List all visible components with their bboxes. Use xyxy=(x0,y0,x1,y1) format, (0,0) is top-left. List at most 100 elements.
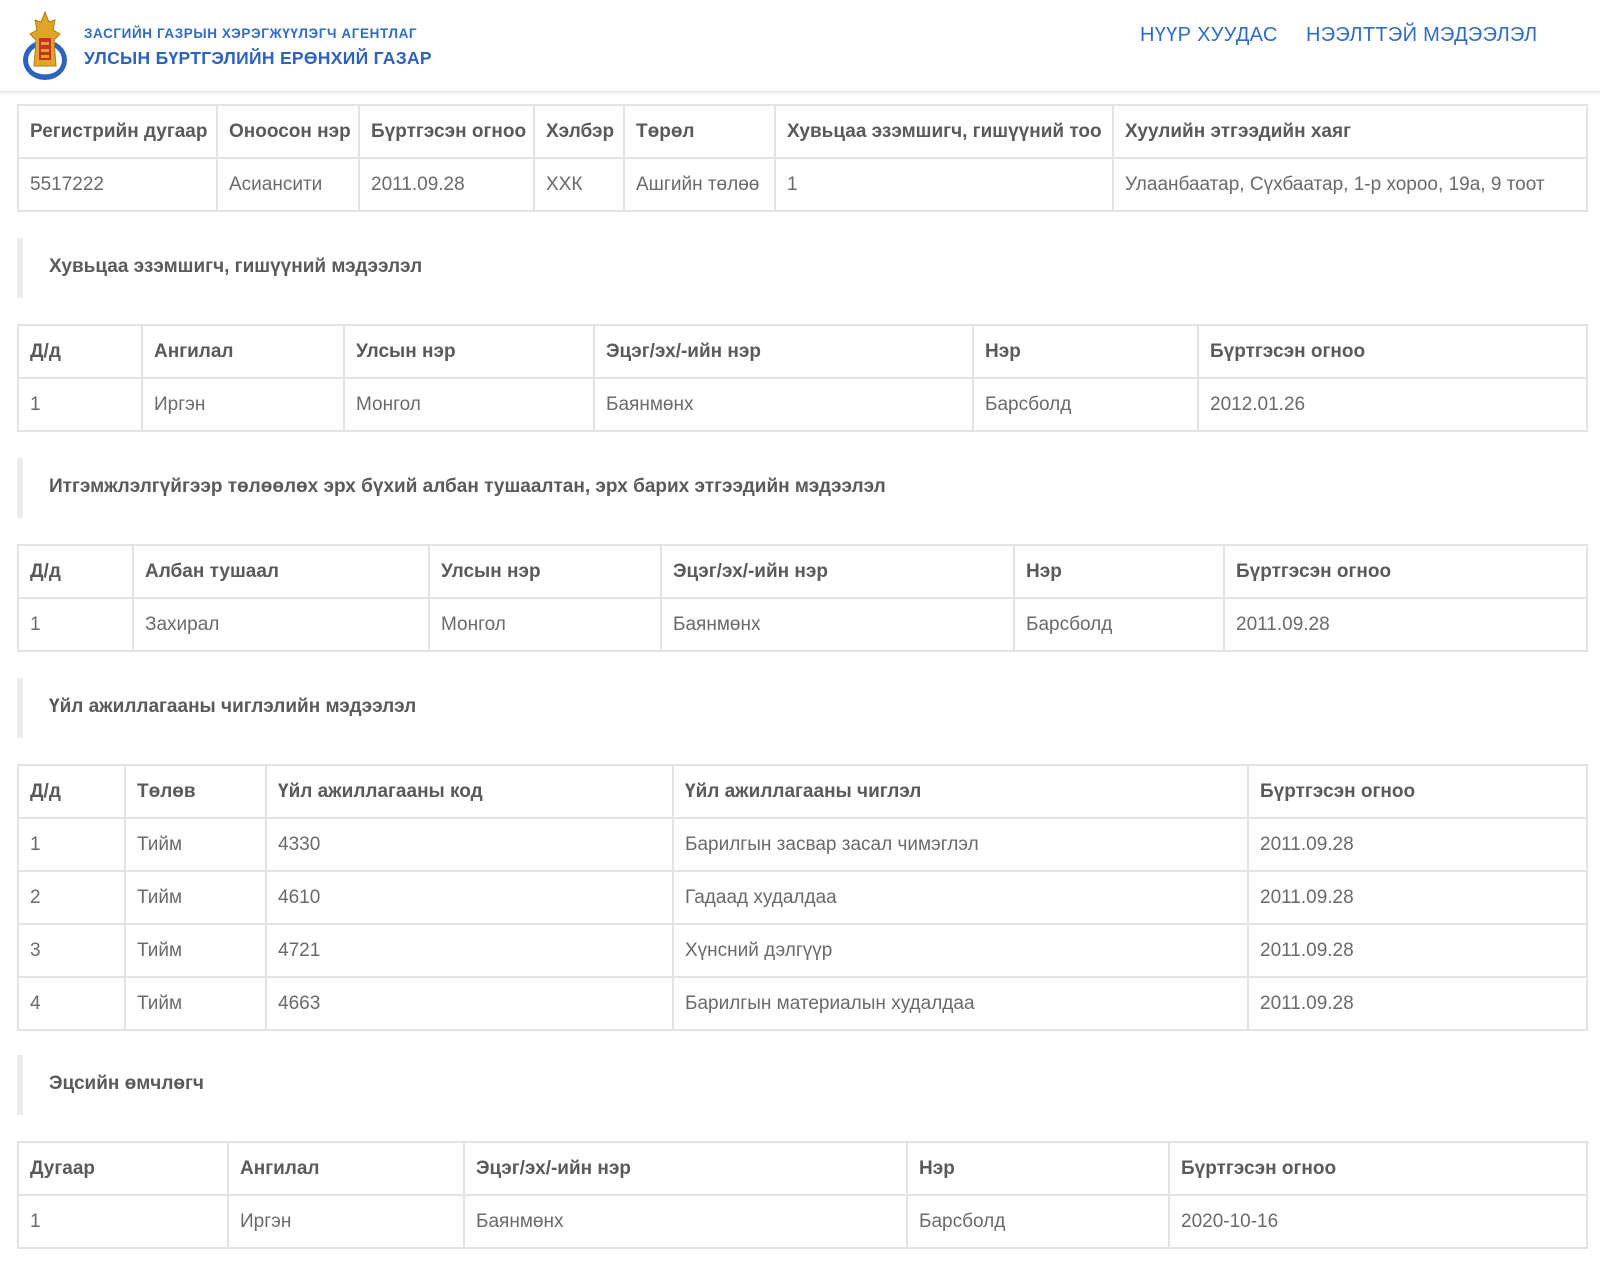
col-header-activity-code: Үйл ажиллагааны код xyxy=(265,764,674,819)
col-header-register-number: Регистрийн дугаар xyxy=(17,104,218,159)
col-header-index: Д/д xyxy=(17,324,143,379)
col-header-category: Ангилал xyxy=(227,1141,465,1196)
col-header-index: Д/д xyxy=(17,544,134,599)
col-header-parent-name: Эцэг/эх/-ийн нэр xyxy=(463,1141,908,1196)
col-header-index: Д/д xyxy=(17,764,126,819)
table-header-row: Д/д Албан тушаал Улсын нэр Эцэг/эх/-ийн … xyxy=(17,544,1588,599)
table-header-row: Дугаар Ангилал Эцэг/эх/-ийн нэр Нэр Бүрт… xyxy=(17,1141,1588,1196)
country-cell: Монгол xyxy=(428,597,662,652)
col-header-legal-address: Хуулийн этгээдийн хаяг xyxy=(1112,104,1588,159)
parent-name-cell: Баянмөнх xyxy=(463,1194,908,1249)
table-row: 3 Тийм 4721 Хүнсний дэлгүүр 2011.09.28 xyxy=(17,923,1588,978)
col-header-registered-date: Бүртгэсэн огноо xyxy=(1223,544,1588,599)
activity-direction-cell: Гадаад худалдаа xyxy=(672,870,1249,925)
officials-section-heading: Итгэмжлэлгүйгээр төлөөлөх эрх бүхий алба… xyxy=(17,458,1586,518)
number-cell: 1 xyxy=(17,1194,229,1249)
activity-direction-cell: Барилгын материалын худалдаа xyxy=(672,976,1249,1031)
table-row: 1 Иргэн Баянмөнх Барсболд 2020-10-16 xyxy=(17,1194,1588,1249)
category-cell: Иргэн xyxy=(141,377,345,432)
col-header-category: Ангилал xyxy=(141,324,345,379)
nav-home-link[interactable]: НҮҮР ХУУДАС xyxy=(1140,24,1278,47)
index-cell: 3 xyxy=(17,923,126,978)
soyombo-emblem-icon[interactable] xyxy=(20,8,70,84)
shareholder-count-cell: 1 xyxy=(774,157,1114,212)
section-title: Итгэмжлэлгүйгээр төлөөлөх эрх бүхий алба… xyxy=(49,476,886,497)
index-cell: 1 xyxy=(17,377,143,432)
registered-date-cell: 2011.09.28 xyxy=(1223,597,1588,652)
registered-date-cell: 2012.01.26 xyxy=(1197,377,1588,432)
activity-direction-cell: Барилгын засвар засал чимэглэл xyxy=(672,817,1249,872)
status-cell: Тийм xyxy=(124,817,267,872)
section-title: Эцсийн өмчлөгч xyxy=(49,1073,204,1094)
parent-name-cell: Баянмөнх xyxy=(660,597,1015,652)
registered-date-cell: 2011.09.28 xyxy=(1247,976,1588,1031)
shareholders-table: Д/д Ангилал Улсын нэр Эцэг/эх/-ийн нэр Н… xyxy=(17,324,1588,432)
section-title: Хувьцаа эзэмшигч, гишүүний мэдээлэл xyxy=(49,256,423,277)
company-info-table: Регистрийн дугаар Оноосон нэр Бүртгэсэн … xyxy=(17,104,1588,212)
col-header-number: Дугаар xyxy=(17,1141,229,1196)
col-header-company-name: Оноосон нэр xyxy=(216,104,360,159)
registered-date-cell: 2011.09.28 xyxy=(1247,870,1588,925)
registered-date-cell: 2011.09.28 xyxy=(1247,817,1588,872)
col-header-country: Улсын нэр xyxy=(428,544,662,599)
table-header-row: Д/д Төлөв Үйл ажиллагааны код Үйл ажилла… xyxy=(17,764,1588,819)
col-header-name: Нэр xyxy=(1013,544,1225,599)
status-cell: Тийм xyxy=(124,870,267,925)
col-header-position: Албан тушаал xyxy=(132,544,430,599)
agency-name-line2: УЛСЫН БҮРТГЭЛИЙН ЕРӨНХИЙ ГАЗАР xyxy=(84,48,432,68)
col-header-type: Төрөл xyxy=(623,104,776,159)
activities-section-heading: Үйл ажиллагааны чиглэлийн мэдээлэл xyxy=(17,678,1586,738)
nav-open-info-link[interactable]: НЭЭЛТТЭЙ МЭДЭЭЛЭЛ xyxy=(1306,24,1537,47)
col-header-shareholder-count: Хувьцаа эзэмшигч, гишүүний тоо xyxy=(774,104,1114,159)
col-header-registered-date: Бүртгэсэн огноо xyxy=(1197,324,1588,379)
table-header-row: Регистрийн дугаар Оноосон нэр Бүртгэсэн … xyxy=(17,104,1588,159)
agency-name-line1: ЗАСГИЙН ГАЗРЫН ХЭРЭГЖҮҮЛЭГЧ АГЕНТЛАГ xyxy=(84,26,418,41)
col-header-registered-date: Бүртгэсэн огноо xyxy=(358,104,535,159)
col-header-registered-date: Бүртгэсэн огноо xyxy=(1247,764,1588,819)
name-cell: Барсболд xyxy=(1013,597,1225,652)
registered-date-cell: 2020-10-16 xyxy=(1168,1194,1588,1249)
activity-code-cell: 4610 xyxy=(265,870,674,925)
activity-code-cell: 4721 xyxy=(265,923,674,978)
activities-table: Д/д Төлөв Үйл ажиллагааны код Үйл ажилла… xyxy=(17,764,1588,1031)
table-row: 1 Тийм 4330 Барилгын засвар засал чимэгл… xyxy=(17,817,1588,872)
index-cell: 2 xyxy=(17,870,126,925)
beneficial-owners-section-heading: Эцсийн өмчлөгч xyxy=(17,1055,1586,1115)
register-number-cell: 5517222 xyxy=(17,157,218,212)
status-cell: Тийм xyxy=(124,976,267,1031)
col-header-parent-name: Эцэг/эх/-ийн нэр xyxy=(593,324,974,379)
name-cell: Барсболд xyxy=(906,1194,1170,1249)
table-row: 1 Иргэн Монгол Баянмөнх Барсболд 2012.01… xyxy=(17,377,1588,432)
col-header-name: Нэр xyxy=(906,1141,1170,1196)
name-cell: Барсболд xyxy=(972,377,1199,432)
type-cell: Ашгийн төлөө xyxy=(623,157,776,212)
table-row: 2 Тийм 4610 Гадаад худалдаа 2011.09.28 xyxy=(17,870,1588,925)
category-cell: Иргэн xyxy=(227,1194,465,1249)
col-header-registered-date: Бүртгэсэн огноо xyxy=(1168,1141,1588,1196)
col-header-form: Хэлбэр xyxy=(533,104,625,159)
col-header-name: Нэр xyxy=(972,324,1199,379)
position-cell: Захирал xyxy=(132,597,430,652)
country-cell: Монгол xyxy=(343,377,595,432)
company-name-cell: Асиансити xyxy=(216,157,360,212)
registered-date-cell: 2011.09.28 xyxy=(1247,923,1588,978)
table-row: 4 Тийм 4663 Барилгын материалын худалдаа… xyxy=(17,976,1588,1031)
col-header-parent-name: Эцэг/эх/-ийн нэр xyxy=(660,544,1015,599)
officials-table: Д/д Албан тушаал Улсын нэр Эцэг/эх/-ийн … xyxy=(17,544,1588,652)
form-cell: ХХК xyxy=(533,157,625,212)
shareholders-section-heading: Хувьцаа эзэмшигч, гишүүний мэдээлэл xyxy=(17,238,1586,298)
activity-direction-cell: Хүнсний дэлгүүр xyxy=(672,923,1249,978)
table-row: 1 Захирал Монгол Баянмөнх Барсболд 2011.… xyxy=(17,597,1588,652)
index-cell: 1 xyxy=(17,597,134,652)
agency-name: ЗАСГИЙН ГАЗРЫН ХЭРЭГЖҮҮЛЭГЧ АГЕНТЛАГ УЛС… xyxy=(84,26,432,69)
section-title: Үйл ажиллагааны чиглэлийн мэдээлэл xyxy=(49,696,417,717)
parent-name-cell: Баянмөнх xyxy=(593,377,974,432)
col-header-activity-direction: Үйл ажиллагааны чиглэл xyxy=(672,764,1249,819)
registered-date-cell: 2011.09.28 xyxy=(358,157,535,212)
index-cell: 4 xyxy=(17,976,126,1031)
table-row: 5517222 Асиансити 2011.09.28 ХХК Ашгийн … xyxy=(17,157,1588,212)
activity-code-cell: 4663 xyxy=(265,976,674,1031)
status-cell: Тийм xyxy=(124,923,267,978)
legal-address-cell: Улаанбаатар, Сүхбаатар, 1-р хороо, 19а, … xyxy=(1112,157,1588,212)
activity-code-cell: 4330 xyxy=(265,817,674,872)
